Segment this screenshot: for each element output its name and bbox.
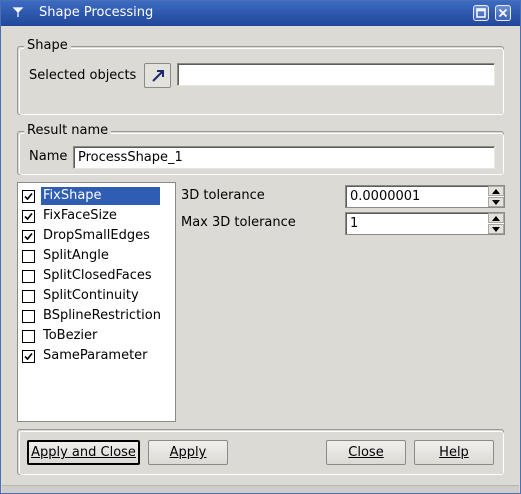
close-icon bbox=[498, 8, 508, 18]
close-button[interactable]: Close bbox=[326, 440, 406, 465]
arrow-icon bbox=[152, 70, 164, 82]
checkbox[interactable] bbox=[22, 330, 35, 343]
list-item-label: FixFaceSize bbox=[43, 208, 117, 223]
max-tolerance-value[interactable]: 1 bbox=[350, 216, 358, 231]
list-item[interactable]: SplitClosedFaces bbox=[22, 267, 172, 285]
check-icon bbox=[24, 232, 33, 241]
checkbox[interactable] bbox=[22, 190, 35, 203]
window-title: Shape Processing bbox=[39, 5, 154, 20]
max-tolerance-up-button[interactable] bbox=[488, 213, 504, 223]
apply-and-close-label: Apply and Close bbox=[31, 445, 136, 460]
apply-and-close-button[interactable]: Apply and Close bbox=[27, 440, 140, 465]
name-label: Name bbox=[29, 149, 68, 164]
result-name-group-title: Result name bbox=[24, 123, 112, 138]
list-item-label: SameParameter bbox=[43, 348, 148, 363]
title-bar[interactable]: Shape Processing bbox=[1, 1, 520, 26]
list-item[interactable]: DropSmallEdges bbox=[22, 227, 172, 245]
tolerance-spinbox[interactable]: 0.0000001 bbox=[345, 185, 505, 208]
checkbox[interactable] bbox=[22, 350, 35, 363]
list-item-label: FixShape bbox=[41, 187, 160, 205]
arrow-up-icon bbox=[492, 216, 500, 221]
maximize-icon bbox=[476, 8, 486, 18]
max-tolerance-label: Max 3D tolerance bbox=[181, 215, 296, 230]
selected-objects-field[interactable] bbox=[177, 63, 495, 86]
list-item[interactable]: SameParameter bbox=[22, 347, 172, 365]
help-button[interactable]: Help bbox=[414, 440, 494, 465]
list-item-label: SplitAngle bbox=[43, 248, 109, 263]
check-icon bbox=[24, 212, 33, 221]
list-item[interactable]: SplitContinuity bbox=[22, 287, 172, 305]
select-objects-button[interactable] bbox=[144, 63, 171, 88]
checkbox[interactable] bbox=[22, 230, 35, 243]
list-item-label: BSplineRestriction bbox=[43, 308, 161, 323]
max-tolerance-spinbox[interactable]: 1 bbox=[345, 212, 505, 235]
checkbox[interactable] bbox=[22, 210, 35, 223]
shape-group-title: Shape bbox=[24, 38, 71, 53]
tolerance-up-button[interactable] bbox=[488, 186, 504, 196]
apply-label: Apply bbox=[169, 445, 207, 460]
list-item-label: ToBezier bbox=[43, 328, 98, 343]
checkbox[interactable] bbox=[22, 270, 35, 283]
checkbox[interactable] bbox=[22, 310, 35, 323]
operators-list[interactable]: FixShape FixFaceSize DropSmallEdges SplitAn… bbox=[17, 182, 176, 422]
list-item[interactable]: FixShape bbox=[22, 187, 172, 205]
arrow-up-icon bbox=[492, 189, 500, 194]
selected-objects-label: Selected objects bbox=[29, 68, 137, 83]
list-item-label: SplitContinuity bbox=[43, 288, 139, 303]
arrow-down-icon bbox=[492, 200, 500, 205]
list-item[interactable]: FixFaceSize bbox=[22, 207, 172, 225]
maximize-button[interactable] bbox=[473, 5, 489, 21]
list-item[interactable]: BSplineRestriction bbox=[22, 307, 172, 325]
check-icon bbox=[24, 352, 33, 361]
window-bottom-edge bbox=[2, 485, 519, 493]
list-item[interactable]: ToBezier bbox=[22, 327, 172, 345]
close-label: Close bbox=[348, 445, 384, 460]
tolerance-value[interactable]: 0.0000001 bbox=[350, 189, 420, 204]
close-window-button[interactable] bbox=[495, 5, 511, 21]
list-item-label: SplitClosedFaces bbox=[43, 268, 152, 283]
list-item[interactable]: SplitAngle bbox=[22, 247, 172, 265]
max-tolerance-down-button[interactable] bbox=[488, 224, 504, 234]
tolerance-down-button[interactable] bbox=[488, 197, 504, 207]
result-name-field[interactable]: ProcessShape_1 bbox=[73, 146, 495, 169]
checkbox[interactable] bbox=[22, 250, 35, 263]
checkbox[interactable] bbox=[22, 290, 35, 303]
list-item-label: DropSmallEdges bbox=[43, 228, 150, 243]
arrow-down-icon bbox=[492, 227, 500, 232]
pin-icon[interactable] bbox=[11, 6, 25, 20]
help-label: Help bbox=[439, 445, 469, 460]
dialog-window: Shape Processing Shape Selected objects … bbox=[0, 0, 521, 494]
check-icon bbox=[24, 192, 33, 201]
apply-button[interactable]: Apply bbox=[148, 440, 228, 465]
tolerance-label: 3D tolerance bbox=[181, 188, 265, 203]
